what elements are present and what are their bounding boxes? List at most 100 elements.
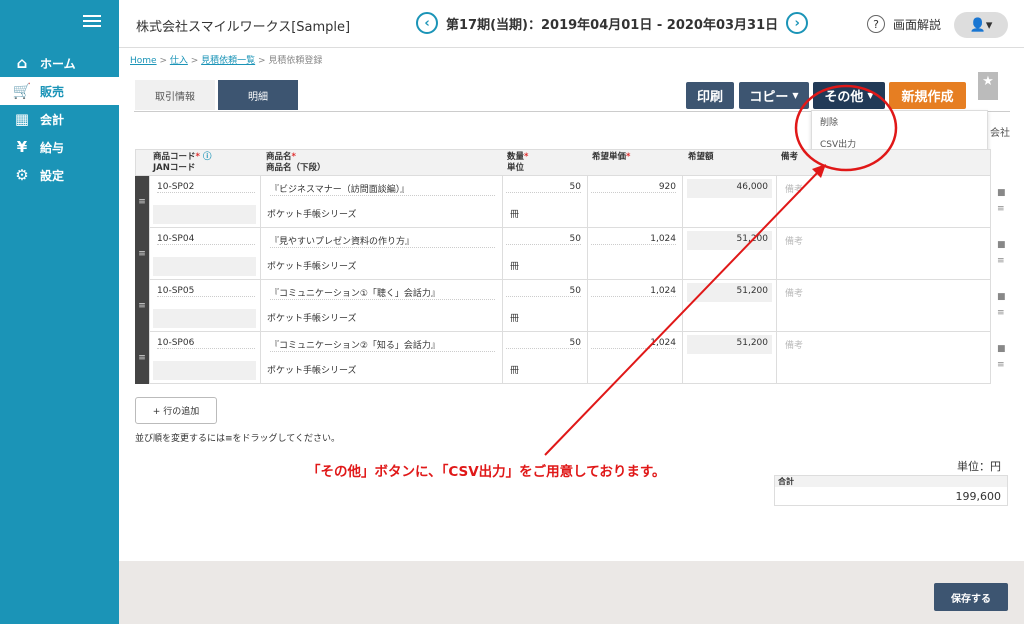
unit-cell[interactable]: 冊 — [510, 311, 519, 324]
row-menu-icon[interactable]: ≡ — [997, 308, 1005, 318]
prev-period-button[interactable]: ‹ — [416, 12, 438, 34]
row-delete-icon[interactable]: ■ — [997, 240, 1006, 250]
cart-icon: 🛒 — [12, 82, 32, 100]
row-menu-icon[interactable]: ≡ — [997, 256, 1005, 266]
remarks-cell[interactable]: 備考 — [785, 286, 803, 299]
header-amount: 希望額 — [688, 152, 714, 162]
header-code: 商品コード* ⓘ JANコード — [153, 152, 212, 173]
code-cell[interactable]: 10-SP06 — [157, 338, 255, 349]
menu-item-delete[interactable]: 削除 — [812, 111, 987, 133]
user-menu-button[interactable]: 👤▾ — [954, 12, 1008, 38]
remarks-cell[interactable]: 備考 — [785, 182, 803, 195]
name-cell[interactable]: 『コミュニケーション①「聴く」会話力』 — [270, 286, 495, 300]
copy-button[interactable]: コピー ▼ — [739, 82, 809, 109]
price-cell[interactable]: 1,024 — [591, 286, 676, 297]
sidebar-item-label: 給与 — [40, 140, 65, 155]
table-row: ≡ 10-SP04 『見やすいプレゼン資料の作り方』 ポケット手帳シリーズ 50… — [135, 228, 1008, 280]
sidebar-item-sales[interactable]: 🛒 販売 — [0, 77, 119, 105]
breadcrumb: Home > 仕入 > 見積依頼一覧 > 見積依頼登録 — [130, 56, 323, 66]
drag-note: 並び順を変更するには≡をドラッグしてください。 — [135, 434, 341, 444]
table-row: ≡ 10-SP06 『コミュニケーション②「知る」会話力』 ポケット手帳シリーズ… — [135, 332, 1008, 384]
qty-cell[interactable]: 50 — [506, 182, 581, 193]
remarks-cell[interactable]: 備考 — [785, 338, 803, 351]
amount-cell: 51,200 — [736, 234, 769, 244]
tab-details[interactable]: 明細 — [218, 80, 298, 110]
breadcrumb-list[interactable]: 見積依頼一覧 — [201, 56, 255, 66]
name-lower-cell[interactable]: ポケット手帳シリーズ — [267, 363, 357, 376]
total-value: 199,600 — [955, 490, 1002, 503]
price-cell[interactable]: 920 — [591, 182, 676, 193]
breadcrumb-current: 見積依頼登録 — [268, 56, 323, 66]
qty-cell[interactable]: 50 — [506, 286, 581, 297]
sidebar-item-label: ホーム — [40, 56, 76, 71]
row-delete-icon[interactable]: ■ — [997, 344, 1006, 354]
partial-label: 会社 — [990, 128, 1010, 139]
code-cell[interactable]: 10-SP04 — [157, 234, 255, 245]
drag-handle-icon[interactable]: ≡ — [135, 228, 149, 280]
sidebar-item-home[interactable]: ⌂ ホーム — [0, 49, 119, 77]
table-row: ≡ 10-SP05 『コミュニケーション①「聴く」会話力』 ポケット手帳シリーズ… — [135, 280, 1008, 332]
sidebar-item-label: 設定 — [40, 168, 65, 183]
amount-cell: 51,200 — [736, 338, 769, 348]
table-row: ≡ 10-SP02 『ビジネスマナー（訪問面談編）』 ポケット手帳シリーズ 50… — [135, 176, 1008, 228]
name-lower-cell[interactable]: ポケット手帳シリーズ — [267, 207, 357, 220]
unit-cell[interactable]: 冊 — [510, 363, 519, 376]
drag-handle-icon[interactable]: ≡ — [135, 176, 149, 228]
amount-cell: 46,000 — [736, 182, 769, 192]
other-label: その他 — [824, 90, 864, 105]
sidebar-item-accounting[interactable]: ▦ 会計 — [0, 105, 119, 133]
sidebar-item-label: 販売 — [40, 84, 65, 99]
row-menu-icon[interactable]: ≡ — [997, 204, 1005, 214]
breadcrumb-home[interactable]: Home — [130, 56, 157, 66]
name-cell[interactable]: 『ビジネスマナー（訪問面談編）』 — [270, 182, 495, 196]
header-name: 商品名* 商品名（下段） — [266, 152, 326, 173]
jan-input[interactable] — [153, 309, 256, 328]
code-cell[interactable]: 10-SP02 — [157, 182, 255, 193]
row-delete-icon[interactable]: ■ — [997, 188, 1006, 198]
price-cell[interactable]: 1,024 — [591, 234, 676, 245]
amount-cell: 51,200 — [736, 286, 769, 296]
period-label: 第17期(当期)：2019年04月01日 - 2020年03月31日 — [446, 17, 779, 33]
bookmark-star-icon[interactable]: ★ — [978, 72, 998, 100]
tab-transaction-info[interactable]: 取引情報 — [135, 80, 215, 110]
next-period-button[interactable]: › — [786, 12, 809, 34]
remarks-cell[interactable]: 備考 — [785, 234, 803, 247]
jan-input[interactable] — [153, 205, 256, 224]
print-button[interactable]: 印刷 — [686, 82, 734, 109]
help-label: 画面解説 — [893, 17, 942, 32]
new-button[interactable]: 新規作成 — [889, 82, 966, 109]
gear-icon: ⚙ — [15, 166, 29, 184]
sidebar: ⌂ ホーム 🛒 販売 ▦ 会計 ¥ 給与 ⚙ 設定 — [0, 0, 119, 624]
name-lower-cell[interactable]: ポケット手帳シリーズ — [267, 311, 357, 324]
jan-input[interactable] — [153, 257, 256, 276]
code-cell[interactable]: 10-SP05 — [157, 286, 255, 297]
unit-cell[interactable]: 冊 — [510, 207, 519, 220]
info-icon: ⓘ — [202, 152, 212, 162]
qty-cell[interactable]: 50 — [506, 234, 581, 245]
sidebar-item-payroll[interactable]: ¥ 給与 — [0, 133, 119, 161]
row-delete-icon[interactable]: ■ — [997, 292, 1006, 302]
hamburger-menu-icon[interactable] — [83, 12, 101, 30]
jan-input[interactable] — [153, 361, 256, 380]
name-lower-cell[interactable]: ポケット手帳シリーズ — [267, 259, 357, 272]
price-cell[interactable]: 1,024 — [591, 338, 676, 349]
row-menu-icon[interactable]: ≡ — [997, 360, 1005, 370]
add-row-button[interactable]: + 行の追加 — [135, 397, 217, 424]
other-button[interactable]: その他 ▼ — [813, 82, 885, 109]
drag-handle-icon[interactable]: ≡ — [135, 280, 149, 332]
name-cell[interactable]: 『見やすいプレゼン資料の作り方』 — [270, 234, 495, 248]
header-remarks: 備考 — [781, 152, 799, 162]
sidebar-item-settings[interactable]: ⚙ 設定 — [0, 161, 119, 189]
help-link[interactable]: ? 画面解説 — [867, 15, 941, 33]
drag-handle-icon[interactable]: ≡ — [135, 332, 149, 384]
money-bag-icon: ¥ — [16, 138, 28, 156]
annotation-text: 「その他」ボタンに、「CSV出力」をご用意しております。 — [307, 464, 666, 480]
qty-cell[interactable]: 50 — [506, 338, 581, 349]
breadcrumb-purchase[interactable]: 仕入 — [170, 56, 188, 66]
unit-cell[interactable]: 冊 — [510, 259, 519, 272]
copy-label: コピー — [749, 90, 789, 105]
name-cell[interactable]: 『コミュニケーション②「知る」会話力』 — [270, 338, 495, 352]
total-box: 合計 199,600 — [774, 475, 1008, 506]
save-button[interactable]: 保存する — [934, 583, 1008, 611]
chevron-down-icon: ▼ — [792, 91, 799, 100]
